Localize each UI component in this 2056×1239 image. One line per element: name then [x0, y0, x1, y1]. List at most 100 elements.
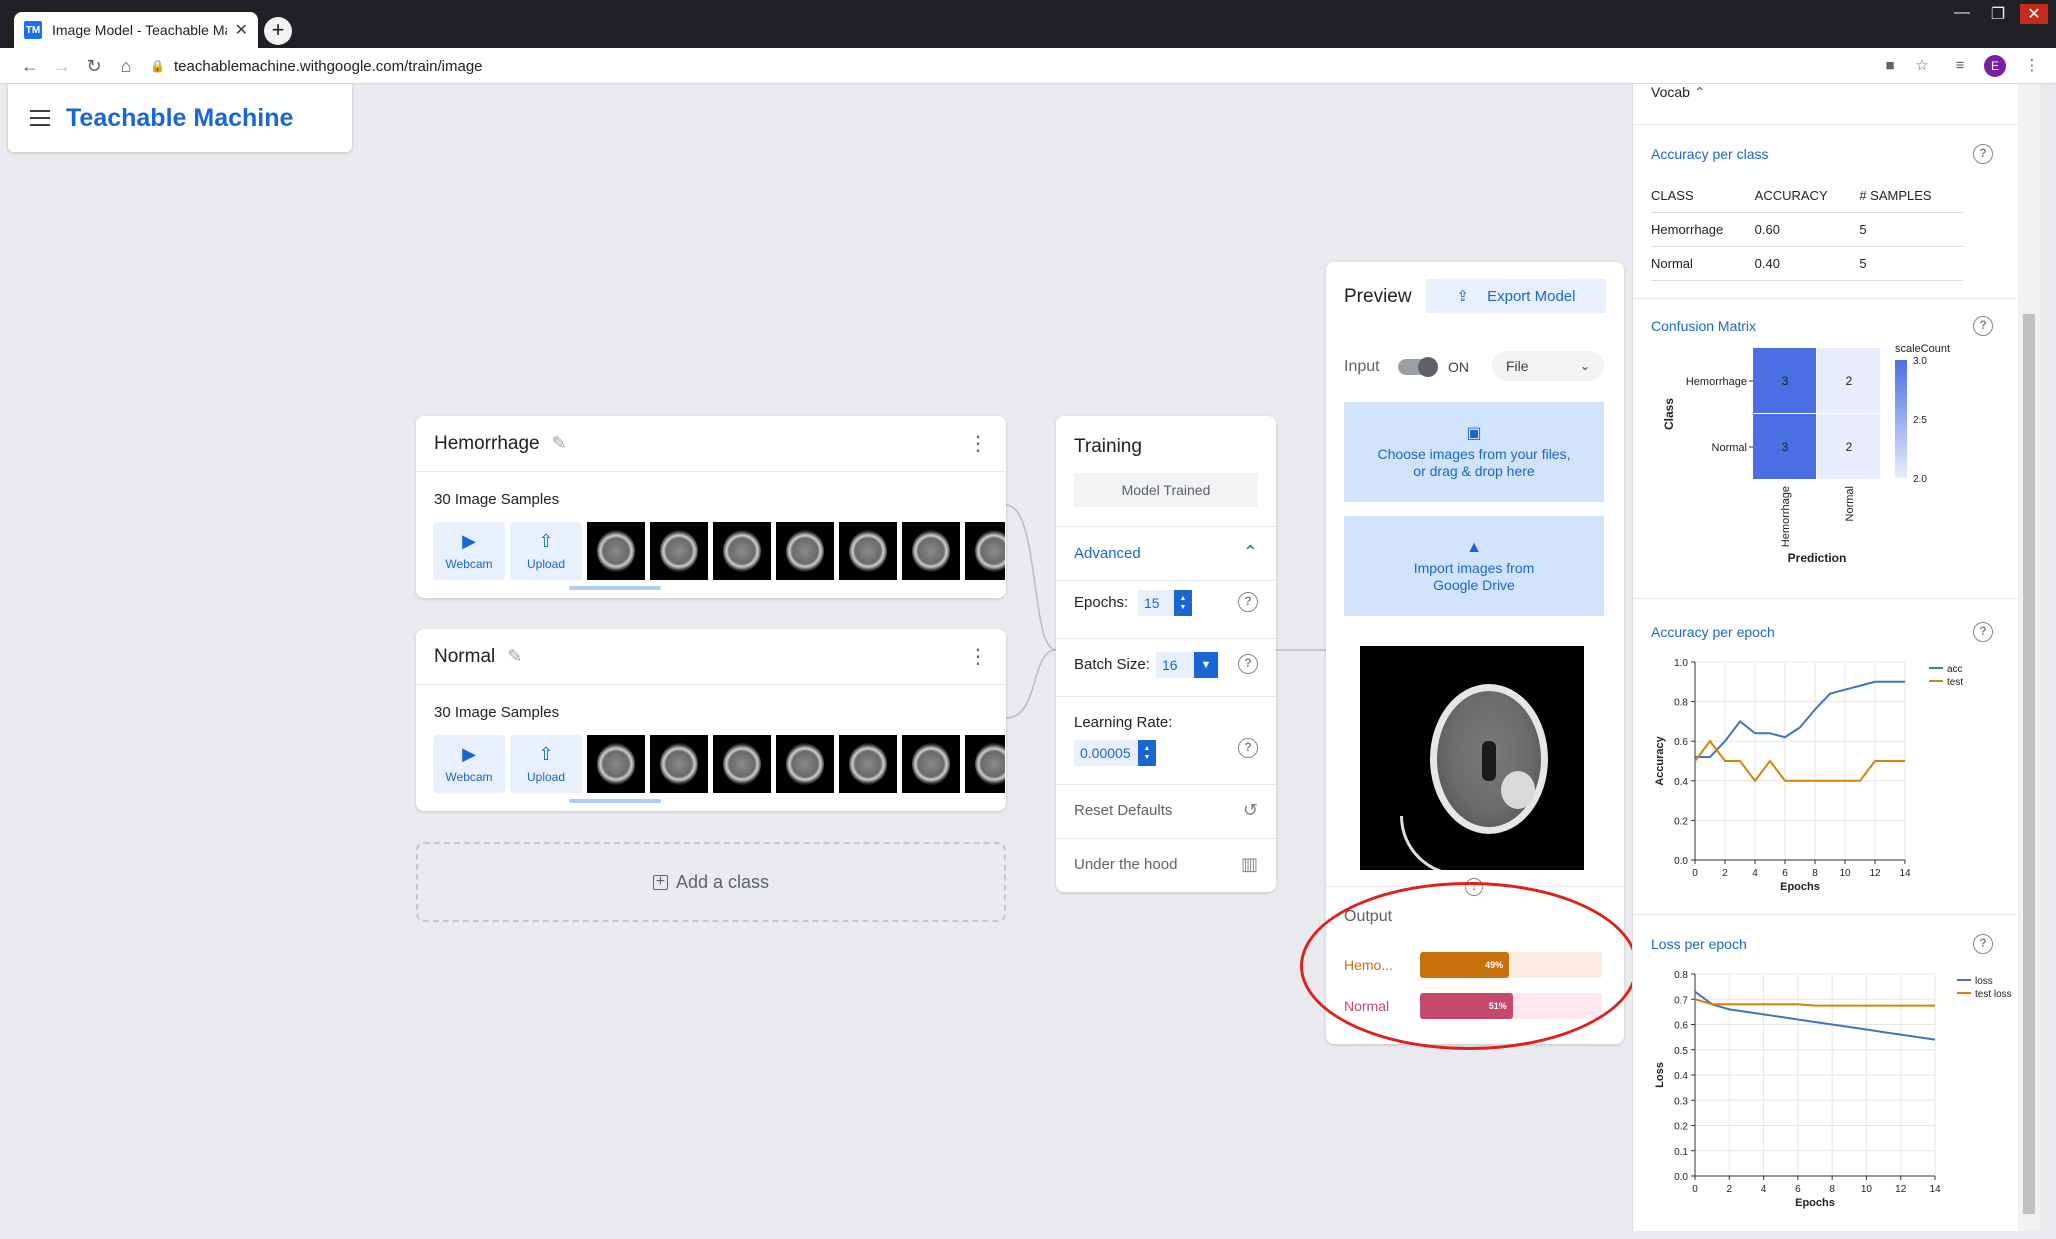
sample-thumbnail[interactable]	[650, 735, 708, 793]
learning-rate-value: 0.00005	[1080, 745, 1131, 761]
webcam-label: Webcam	[445, 770, 493, 784]
help-icon[interactable]: ?	[1238, 738, 1258, 758]
y-tick-label: 0.4	[1674, 1071, 1688, 1082]
sample-thumbnail[interactable]	[776, 735, 834, 793]
sample-thumbnail[interactable]	[965, 735, 1005, 793]
sample-thumbnail[interactable]	[902, 522, 960, 580]
history-icon[interactable]: ↺	[1243, 800, 1258, 821]
sample-thumbnail[interactable]	[587, 522, 645, 580]
epochs-stepper[interactable]: ▲ ▼	[1174, 590, 1192, 616]
col-label: Hemorrhage	[1780, 486, 1792, 547]
dropzone-line2: or drag & drop here	[1413, 462, 1535, 479]
x-tick-label: 0	[1692, 1184, 1698, 1195]
add-class-button[interactable]: + Add a class	[416, 842, 1006, 922]
table-header: CLASS	[1651, 180, 1755, 213]
y-tick-label: 0.6	[1674, 737, 1688, 748]
edit-icon[interactable]: ✎	[552, 433, 567, 454]
thumbnail-scrollbar[interactable]	[569, 799, 661, 803]
upload-button[interactable]: ⇧ Upload	[510, 522, 582, 580]
y-axis-label: Class	[1662, 398, 1676, 430]
file-dropzone[interactable]: ▣ Choose images from your files, or drag…	[1344, 402, 1604, 502]
heatmap-value: 2	[1846, 374, 1853, 388]
help-icon[interactable]: ?	[1973, 622, 1993, 642]
heatmap-value: 3	[1782, 440, 1789, 454]
sample-thumbnail[interactable]	[839, 522, 897, 580]
more-options-icon[interactable]: ⋮	[968, 434, 988, 454]
input-toggle[interactable]	[1398, 357, 1438, 377]
sample-thumbnail[interactable]	[839, 735, 897, 793]
training-title: Training	[1074, 436, 1142, 457]
upload-button[interactable]: ⇧ Upload	[510, 735, 582, 793]
class-name[interactable]: Hemorrhage	[434, 433, 540, 455]
reset-defaults-button[interactable]: Reset Defaults	[1074, 802, 1172, 819]
sample-thumbnail[interactable]	[713, 522, 771, 580]
help-icon[interactable]: ?	[1973, 934, 1993, 954]
x-tick-label: 8	[1829, 1184, 1835, 1195]
sample-thumbnail[interactable]	[587, 735, 645, 793]
webcam-label: Webcam	[445, 557, 493, 571]
epochs-input[interactable]: 15 ▲ ▼	[1138, 590, 1192, 616]
export-icon: ⇪	[1456, 288, 1470, 305]
google-drive-import[interactable]: ▲ Import images from Google Drive	[1344, 516, 1604, 616]
table-cell: 0.40	[1754, 246, 1860, 281]
preview-image	[1360, 646, 1584, 870]
chevron-up-icon: ⌃	[1693, 84, 1706, 100]
y-tick-label: 0.6	[1674, 1021, 1688, 1032]
row-label: Normal	[1712, 442, 1747, 454]
sample-thumbnail[interactable]	[776, 522, 834, 580]
y-tick-label: 0.5	[1674, 1046, 1688, 1057]
accuracy-table: CLASS ACCURACY # SAMPLES Hemorrhage 0.60…	[1651, 180, 1963, 281]
chart-icon[interactable]: ▥	[1241, 854, 1258, 875]
input-source-value: File	[1506, 358, 1529, 374]
heatmap-value: 3	[1782, 374, 1789, 388]
table-cell: Normal	[1651, 246, 1755, 281]
learning-rate-stepper[interactable]: ▲ ▼	[1138, 740, 1156, 766]
advanced-toggle[interactable]: Advanced	[1074, 545, 1141, 562]
export-model-button[interactable]: ⇪ Export Model	[1426, 279, 1606, 313]
y-axis-label: Accuracy	[1654, 735, 1666, 785]
sample-thumbnail[interactable]	[713, 735, 771, 793]
sample-thumbnail[interactable]	[650, 522, 708, 580]
under-the-hood-button[interactable]: Under the hood	[1074, 856, 1177, 873]
input-source-select[interactable]: File ⌄	[1492, 351, 1604, 381]
help-icon[interactable]: ?	[1238, 654, 1258, 674]
sample-count: 30 Image Samples	[434, 704, 560, 721]
webcam-button[interactable]: ▶ Webcam	[433, 735, 505, 793]
dropdown-arrow-icon: ▼	[1194, 652, 1218, 678]
train-model-button[interactable]: Model Trained	[1074, 473, 1258, 507]
epochs-value: 15	[1144, 595, 1160, 611]
thumbnail-scrollbar[interactable]	[569, 586, 661, 590]
under-the-hood-panel: Vocab ⌃ Accuracy per class ? CLASS ACCUR…	[1632, 84, 2019, 1231]
sample-thumbnail[interactable]	[965, 522, 1005, 580]
help-icon[interactable]: ?	[1973, 316, 1993, 336]
x-tick-label: 12	[1869, 868, 1881, 879]
chevron-up-icon[interactable]: ⌃	[1243, 542, 1258, 563]
x-tick-label: 10	[1861, 1184, 1873, 1195]
x-tick-label: 6	[1782, 868, 1788, 879]
more-options-icon[interactable]: ⋮	[968, 647, 988, 667]
google-drive-icon: ▲	[1466, 538, 1482, 556]
y-axis-label: Loss	[1654, 1062, 1666, 1088]
camera-icon: ▶	[462, 744, 476, 764]
panel-scrollbar[interactable]	[2018, 84, 2040, 1231]
edit-icon[interactable]: ✎	[507, 646, 522, 667]
batch-size-select[interactable]: 16 ▼	[1156, 652, 1218, 678]
help-icon[interactable]: ?	[1973, 144, 1993, 164]
legend-label: acc	[1947, 664, 1963, 675]
annotation-circle	[1300, 882, 1638, 1050]
help-icon[interactable]: ?	[1238, 592, 1258, 612]
learning-rate-label: Learning Rate:	[1074, 714, 1173, 731]
y-tick-label: 0.0	[1674, 856, 1688, 867]
sample-count: 30 Image Samples	[434, 491, 560, 508]
sample-thumbnail[interactable]	[902, 735, 960, 793]
x-axis-label: Epochs	[1780, 881, 1820, 893]
export-label: Export Model	[1487, 287, 1576, 305]
class-name[interactable]: Normal	[434, 646, 495, 668]
learning-rate-input[interactable]: 0.00005 ▲ ▼	[1074, 740, 1156, 766]
chevron-down-icon: ⌄	[1579, 359, 1590, 373]
training-card: Training Model Trained Advanced ⌃ Epochs…	[1056, 416, 1276, 892]
vocab-toggle[interactable]: Vocab ⌃	[1651, 84, 1706, 101]
x-tick-label: 4	[1752, 868, 1758, 879]
epochs-label: Epochs:	[1074, 594, 1129, 611]
webcam-button[interactable]: ▶ Webcam	[433, 522, 505, 580]
